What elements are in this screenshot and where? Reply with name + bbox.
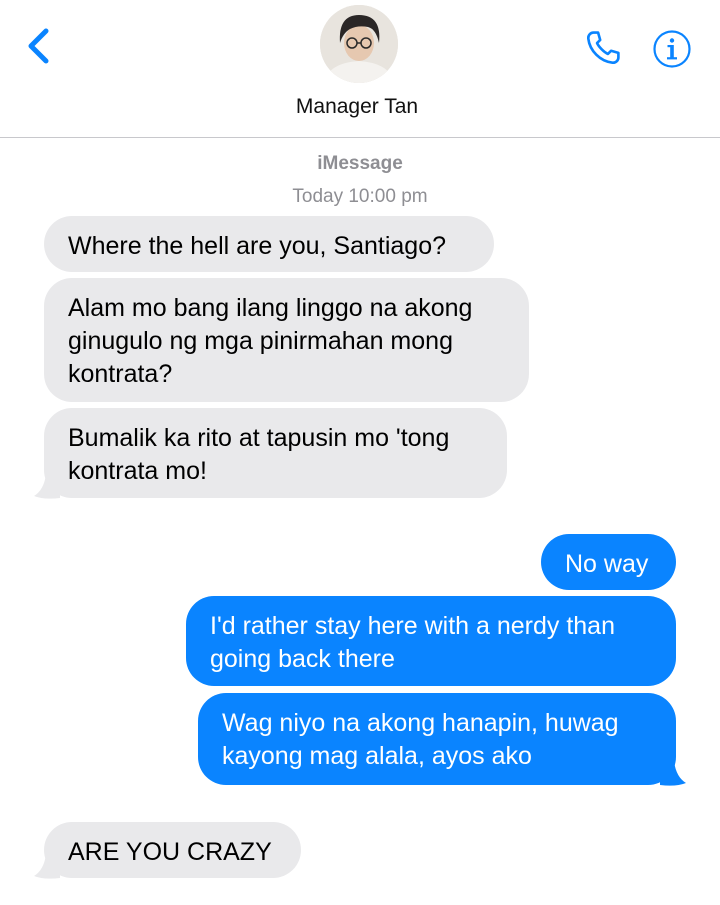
info-icon — [653, 30, 691, 68]
incoming-bubble-tail — [34, 474, 60, 499]
incoming-bubble-tail — [34, 854, 60, 879]
outgoing-message[interactable]: I'd rather stay here with a nerdy than g… — [186, 596, 676, 686]
incoming-message[interactable]: Bumalik ka rito at tapusin mo 'tong kont… — [44, 408, 507, 498]
conversation-header: Manager Tan — [0, 0, 720, 138]
service-label: iMessage — [317, 153, 403, 174]
incoming-message[interactable]: ARE YOU CRAZY — [44, 822, 301, 878]
outgoing-bubble-tail — [660, 761, 686, 786]
incoming-message[interactable]: Where the hell are you, Santiago? — [44, 216, 494, 272]
back-button[interactable] — [22, 26, 58, 66]
avatar-photo — [320, 5, 398, 83]
chevron-left-icon — [28, 28, 49, 64]
call-button[interactable] — [582, 27, 624, 69]
phone-icon — [586, 31, 620, 65]
incoming-message[interactable]: Alam mo bang ilang linggo na akong ginug… — [44, 278, 529, 402]
avatar[interactable] — [320, 5, 398, 83]
info-button[interactable] — [652, 29, 692, 69]
conversation-timestamp: Today 10:00 pm — [292, 186, 428, 207]
outgoing-message[interactable]: No way — [541, 534, 676, 590]
contact-name[interactable]: Manager Tan — [0, 95, 714, 119]
outgoing-message[interactable]: Wag niyo na akong hanapin, huwag kayong … — [198, 693, 676, 785]
